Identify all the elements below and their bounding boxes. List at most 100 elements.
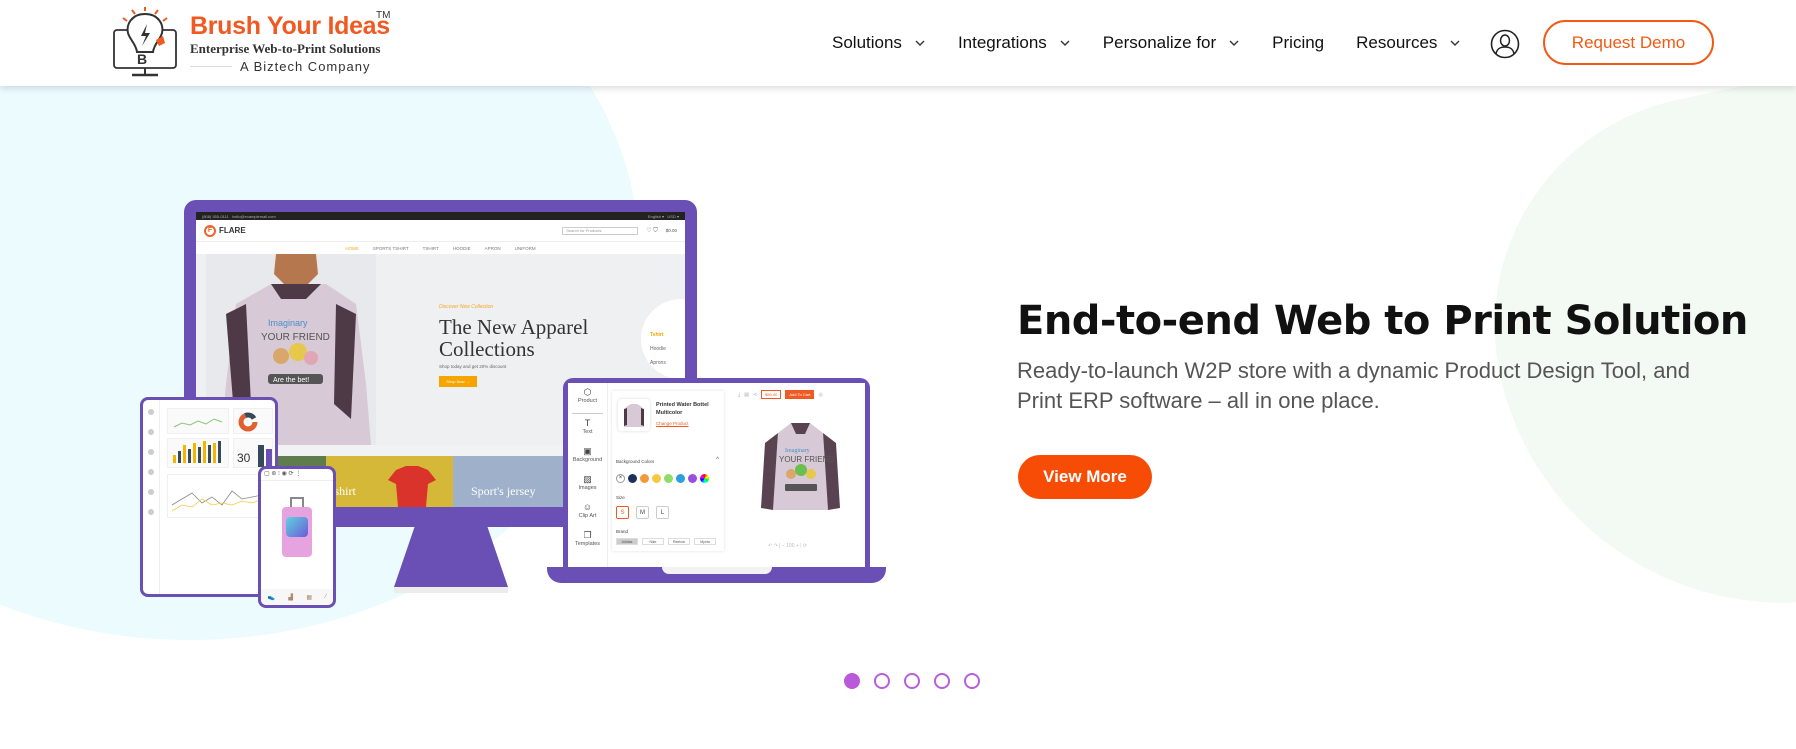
chevron-down-icon: [1060, 40, 1070, 46]
store-menu: HOME SPORTS TSHIRT TSHIRT HOODIE APRON U…: [196, 242, 685, 254]
swatch-none: ×: [616, 474, 625, 483]
page: B Brush Your Ideas TM Enterprise Web-to-…: [0, 0, 1796, 749]
carousel-dot-5[interactable]: [964, 673, 980, 689]
tool-label: Images: [578, 485, 597, 491]
download-icon: ⤓: [738, 391, 741, 398]
dashboard-sidebar: [143, 400, 160, 594]
store-email: hello@examplemail.com: [232, 213, 276, 219]
product-options-panel: Printed Water Bottel Multicolor Change P…: [612, 391, 724, 551]
circle-menu-item: Hoodie: [650, 346, 666, 352]
store-menu-item: TSHIRT: [422, 245, 439, 251]
carousel-pagination: [844, 673, 994, 689]
nav-integrations[interactable]: Integrations: [958, 33, 1071, 53]
chevron-down-icon: [915, 40, 925, 46]
nav-label: Pricing: [1272, 33, 1325, 52]
brand-option: Reebok: [668, 538, 690, 545]
circle-menu-item: Aprons: [650, 360, 666, 366]
svg-text:Imaginary: Imaginary: [785, 448, 810, 454]
store-circle-menu: [641, 299, 685, 379]
store-menu-item: HOME: [345, 245, 359, 251]
lightbulb-monitor-logo-icon: B: [113, 7, 177, 77]
tool-label: Background: [572, 457, 603, 463]
logo[interactable]: B Brush Your Ideas TM Enterprise Web-to-…: [110, 4, 400, 77]
svg-text:Imaginary: Imaginary: [268, 318, 308, 328]
image-icon: ▨: [583, 474, 592, 484]
search-icon: [148, 429, 154, 435]
size-option: L: [656, 506, 669, 519]
monitor-stand-base: [394, 587, 508, 593]
nav-solutions[interactable]: Solutions: [832, 33, 926, 53]
text-icon: T: [584, 418, 591, 428]
tool-label: Templates: [574, 541, 601, 547]
circle-menu-item: Tshirt: [650, 332, 664, 338]
svg-text:Are the bet!: Are the bet!: [273, 377, 309, 384]
color-swatch: [688, 474, 697, 483]
store-search: Search for Products: [562, 226, 639, 235]
view-more-button[interactable]: View More: [1018, 455, 1152, 499]
brush-icon: ⁄: [325, 594, 327, 600]
main-nav: Solutions Integrations Personalize for P…: [832, 28, 1493, 58]
carousel-dot-4[interactable]: [934, 673, 950, 689]
tool-clipart: ☺ Clip Art: [568, 502, 607, 526]
logo-subtitle: Enterprise Web-to-Print Solutions: [190, 41, 381, 56]
save-icon: ▤: [744, 391, 749, 398]
size-option-selected: S: [616, 506, 629, 519]
nav-label: Integrations: [957, 33, 1047, 52]
product-thumbnail: [618, 399, 650, 431]
background-colors-label: Background Colors: [616, 459, 655, 464]
phone-toolbar: ▢ ⊛ ⁝ ◉ ⟳ ⋮: [261, 469, 333, 481]
settings-icon: [148, 489, 154, 495]
suitcase-print: [286, 517, 308, 537]
category-tile-tshirt: Tshirt: [326, 456, 453, 507]
carousel-dot-3[interactable]: [904, 673, 920, 689]
user-account-icon[interactable]: [1490, 29, 1520, 59]
nav-resources[interactable]: Resources: [1356, 33, 1461, 53]
brand-option-selected: Adidas: [616, 538, 638, 545]
tool-text: T Text: [568, 418, 607, 442]
tool-images: ▨ Images: [568, 474, 607, 498]
store-menu-item: HOODIE: [452, 245, 471, 251]
hero-title: End-to-end Web to Print Solution: [1017, 298, 1748, 344]
trademark-mark: TM: [376, 10, 391, 21]
carousel-dot-2[interactable]: [874, 673, 890, 689]
tool-templates: ❐ Templates: [568, 530, 607, 554]
tool-label: Product: [578, 398, 597, 404]
brand-option: Nike: [642, 538, 664, 545]
shoe-icon: 👟: [267, 594, 276, 601]
request-demo-button[interactable]: Request Demo: [1543, 20, 1714, 65]
hoodie-preview-image: Imaginary YOUR FRIEND: [761, 423, 840, 510]
nav-personalize-for[interactable]: Personalize for: [1103, 33, 1240, 53]
svg-text:YOUR FRIEND: YOUR FRIEND: [779, 455, 834, 464]
flare-logo-icon: F: [204, 224, 216, 237]
svg-text:YOUR FRIEND: YOUR FRIEND: [261, 332, 330, 343]
chevron-down-icon: [1450, 40, 1460, 46]
designer-toolbar: ⬡ Product T Text ▣ Background ▨ Images ☺ Clip…: [568, 383, 608, 567]
size-option: M: [636, 506, 649, 519]
size-label: Size: [616, 495, 625, 500]
nav-label: Solutions: [832, 33, 902, 52]
phone-icon: [148, 509, 154, 515]
cube-icon: ⬡: [583, 387, 592, 397]
zoom-controls: ↶ ↷ | − 100 + | ⟳: [768, 543, 808, 549]
laptop-mockup: ⬡ Product T Text ▣ Background ▨ Images ☺ Clip…: [563, 378, 870, 572]
donut-chart-card: [233, 408, 273, 434]
flare-logo: F FLARE: [204, 224, 246, 237]
templates-icon: ❐: [583, 530, 592, 540]
account-icon: ◎: [818, 391, 823, 398]
site-header: B Brush Your Ideas TM Enterprise Web-to-…: [0, 0, 1796, 86]
store-headline: The New Apparel Collections: [439, 315, 589, 361]
store-menu-item: APRON: [484, 245, 501, 251]
store-shop-text: Shop today and get 20% discount: [439, 364, 507, 369]
color-picker-swatch: [700, 474, 709, 483]
nav-label: Resources: [1356, 33, 1438, 52]
store-language: English ▾: [647, 213, 665, 219]
phone-mockup: ▢ ⊛ ⁝ ◉ ⟳ ⋮ 👟 ▟ ▦ ⁄: [258, 466, 336, 608]
carousel-dot-1[interactable]: [844, 673, 860, 689]
designer-tool-screen: ⬡ Product T Text ▣ Background ▨ Images ☺ Clip…: [568, 383, 865, 567]
nav-pricing[interactable]: Pricing: [1272, 33, 1324, 53]
tile-label: Sport's jersey: [471, 484, 536, 498]
hero-description: Ready-to-launch W2P store with a dynamic…: [1017, 358, 1690, 413]
pattern-icon: ▦: [306, 594, 313, 601]
stat-value: 30: [237, 451, 251, 465]
change-product-link: Change Product: [656, 421, 689, 426]
